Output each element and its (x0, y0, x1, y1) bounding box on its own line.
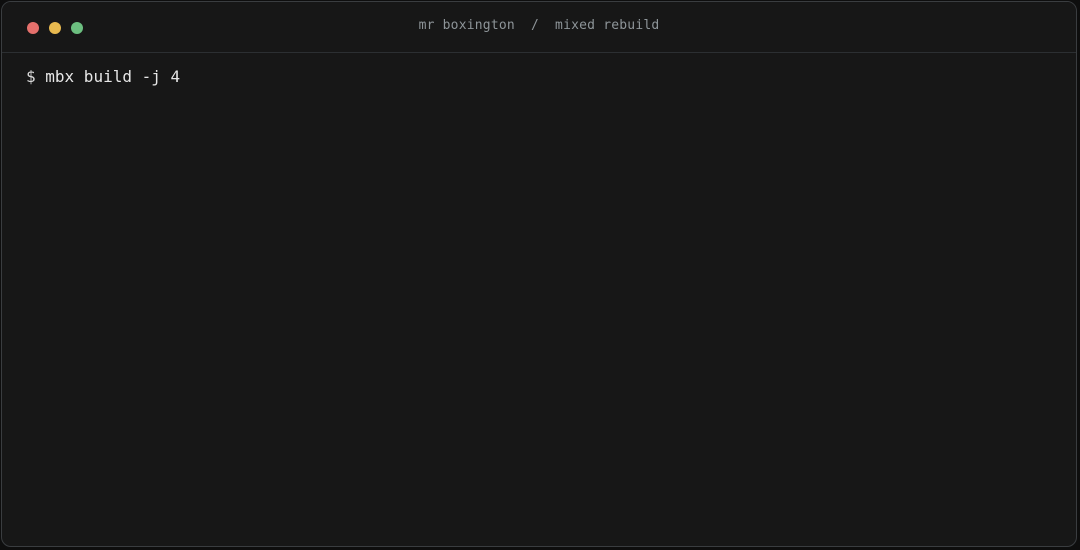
title-task: mixed rebuild (555, 18, 660, 33)
terminal-window: mr boxington / mixed rebuild $ mbx build… (1, 1, 1077, 547)
terminal-output[interactable]: $ mbx build -j 4 (26, 66, 1052, 526)
prompt-symbol: $ (26, 67, 36, 86)
command-text: mbx build -j 4 (35, 67, 181, 86)
title-separator: / (514, 18, 556, 33)
title-project: mr boxington (418, 18, 515, 33)
command-line: $ mbx build -j 4 (26, 66, 1052, 88)
window-title: mr boxington / mixed rebuild (2, 18, 1076, 33)
title-bar[interactable]: mr boxington / mixed rebuild (2, 2, 1076, 53)
